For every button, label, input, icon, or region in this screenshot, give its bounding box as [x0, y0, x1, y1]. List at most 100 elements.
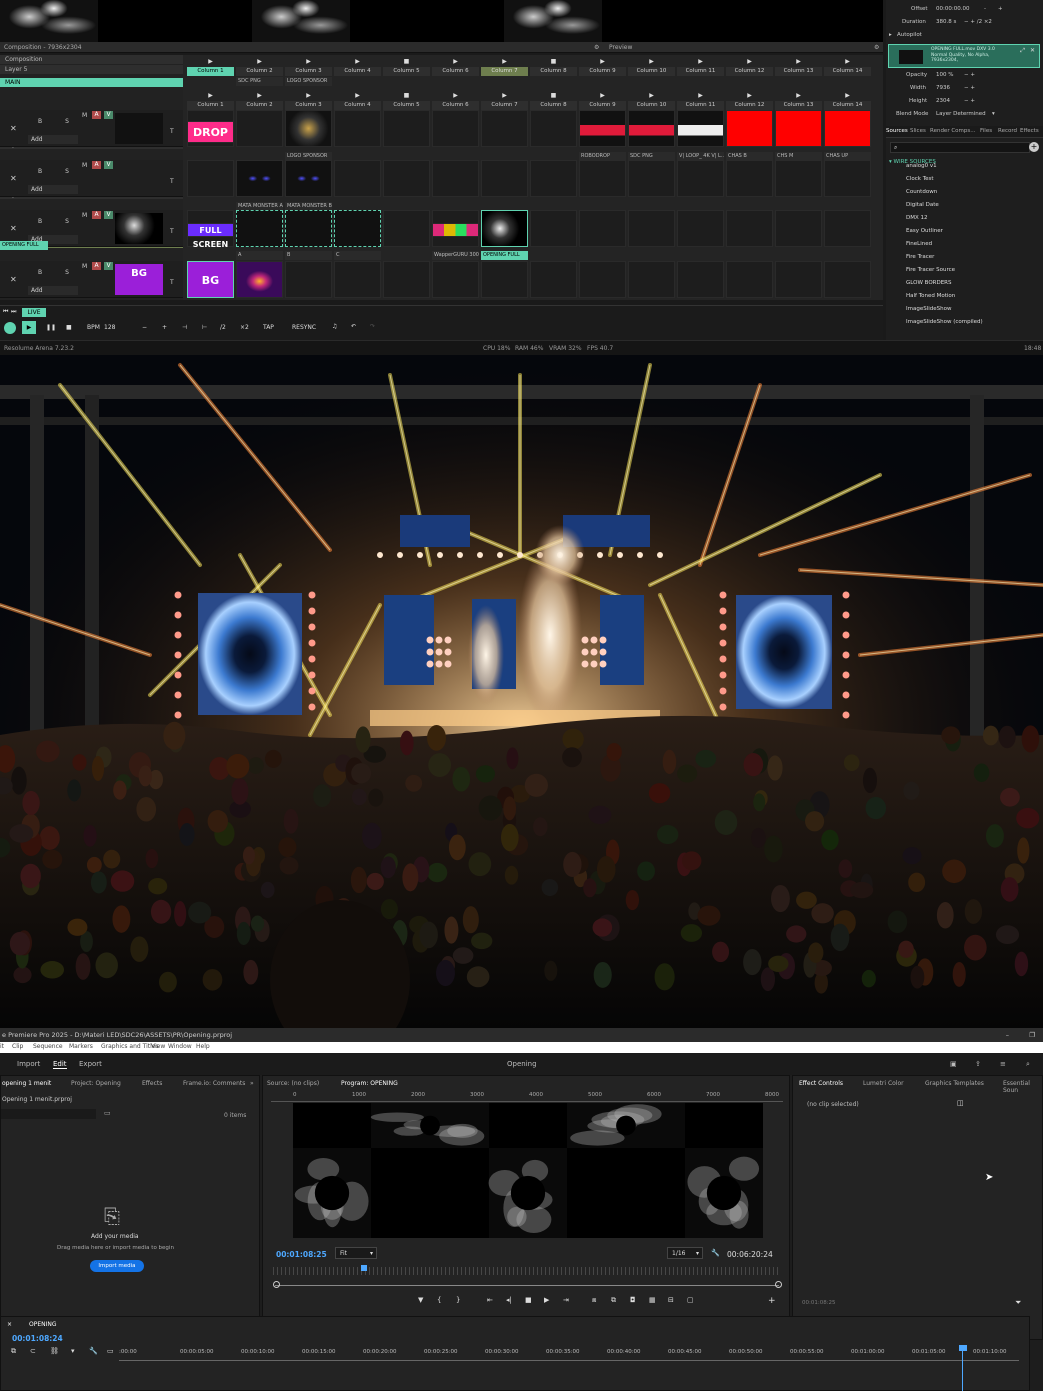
- column-header[interactable]: Column 8: [530, 101, 577, 110]
- nudge-back-icon[interactable]: ⊣: [182, 324, 187, 331]
- opacity-controls[interactable]: − +: [964, 72, 975, 78]
- frame-clip[interactable]: [285, 210, 332, 247]
- column-header[interactable]: Column 6: [432, 101, 479, 110]
- transition-button[interactable]: T: [170, 178, 174, 185]
- in-point-icon[interactable]: {: [437, 1296, 441, 1304]
- source-item[interactable]: Countdown: [886, 186, 1043, 199]
- overwrite-icon[interactable]: ⧉: [611, 1296, 616, 1305]
- bg-clip[interactable]: BG: [187, 261, 234, 298]
- source-item[interactable]: Digital Date: [886, 199, 1043, 212]
- width-value[interactable]: 7936: [936, 85, 950, 91]
- menu-item[interactable]: Graphics and Titles: [101, 1043, 159, 1050]
- stop-icon[interactable]: ■: [66, 324, 72, 331]
- clip-slot[interactable]: [383, 160, 430, 197]
- bpm-double-button[interactable]: ×2: [240, 324, 249, 331]
- column-header[interactable]: Column 7: [481, 101, 528, 110]
- clip-slot[interactable]: [481, 160, 528, 197]
- close-icon[interactable]: ✕: [1030, 47, 1035, 54]
- clip-slot[interactable]: [628, 261, 675, 298]
- resolution-select[interactable]: 1/16 ▾: [667, 1247, 703, 1259]
- import-media-button[interactable]: Import media: [90, 1260, 144, 1272]
- folder-icon[interactable]: ▭: [104, 1109, 111, 1117]
- clip-slot[interactable]: [481, 110, 528, 147]
- lift-icon[interactable]: ⊟: [668, 1296, 674, 1304]
- column-header[interactable]: Column 9: [579, 101, 626, 110]
- tab-graphics-templates[interactable]: Graphics Templates: [925, 1080, 984, 1087]
- clip-slot[interactable]: [677, 210, 724, 247]
- clip-slot[interactable]: [236, 110, 283, 147]
- tab-lumetri-color[interactable]: Lumetri Color: [863, 1080, 904, 1087]
- wrench-icon[interactable]: 🔧: [89, 1347, 98, 1355]
- frame-clip[interactable]: [236, 210, 283, 247]
- audio-button[interactable]: A: [92, 211, 101, 219]
- marker-icon[interactable]: ▾: [71, 1347, 75, 1355]
- insert-icon[interactable]: ⧈: [592, 1296, 596, 1305]
- zoom-scrollbar[interactable]: [275, 1285, 779, 1286]
- source-item[interactable]: Clock Test: [886, 173, 1043, 186]
- clip-slot[interactable]: [677, 160, 724, 197]
- logo-sponsor-clip[interactable]: [285, 110, 332, 147]
- tab-sequence-bin[interactable]: opening 1 menit: [2, 1080, 51, 1087]
- live-badge[interactable]: LIVE: [22, 308, 46, 317]
- tab-program[interactable]: Program: OPENING: [341, 1080, 398, 1087]
- video-button[interactable]: V: [104, 211, 113, 219]
- wapperguru-clip[interactable]: [432, 223, 479, 237]
- clip-slot[interactable]: [334, 160, 381, 197]
- source-item[interactable]: ImageSlideShow (compiled): [886, 316, 1043, 329]
- clip-slot[interactable]: [530, 110, 577, 147]
- scroll-handle-left[interactable]: [273, 1281, 280, 1288]
- source-tab[interactable]: Files: [980, 128, 992, 134]
- minimize-icon[interactable]: –: [1006, 1028, 1009, 1042]
- robodrop-clip[interactable]: [628, 110, 675, 147]
- bypass-button[interactable]: B: [35, 218, 45, 228]
- chevron-right-icon[interactable]: ▸: [889, 32, 892, 38]
- play-icon[interactable]: ▶: [432, 91, 479, 100]
- clip-slot[interactable]: [383, 210, 430, 247]
- expand-icon[interactable]: ⤢: [1020, 47, 1025, 55]
- play-icon[interactable]: ▶: [579, 91, 626, 100]
- clip-slot[interactable]: [628, 210, 675, 247]
- play-icon[interactable]: ▶: [481, 57, 528, 66]
- column-header[interactable]: Column 7: [481, 67, 528, 76]
- column-header[interactable]: Column 9: [579, 67, 626, 76]
- column-header[interactable]: Column 1: [187, 101, 234, 110]
- transition-button[interactable]: T: [170, 228, 174, 235]
- clip-slot[interactable]: [334, 110, 381, 147]
- tab-edit[interactable]: Edit: [53, 1060, 67, 1069]
- column-header[interactable]: Column 11: [677, 67, 724, 76]
- source-tab[interactable]: Sources: [886, 128, 908, 134]
- solo-button[interactable]: S: [62, 269, 72, 279]
- solo-button[interactable]: S: [62, 218, 72, 228]
- close-icon[interactable]: ✕: [10, 124, 17, 133]
- clip-slot[interactable]: [481, 261, 528, 298]
- source-item[interactable]: Fire Tracer Source: [886, 264, 1043, 277]
- bpm-minus-button[interactable]: −: [142, 324, 147, 331]
- video-button[interactable]: V: [104, 111, 113, 119]
- duration-controls[interactable]: − + /2 ×2: [964, 19, 992, 25]
- tab-import[interactable]: Import: [17, 1060, 40, 1068]
- panel-toggle-icon[interactable]: ◫: [957, 1099, 964, 1107]
- column-header[interactable]: Column 11: [677, 101, 724, 110]
- play-icon[interactable]: ▶: [432, 57, 479, 66]
- column-header[interactable]: Column 13: [775, 67, 822, 76]
- play-icon[interactable]: ▶: [628, 91, 675, 100]
- play-icon[interactable]: ▶: [775, 57, 822, 66]
- nest-icon[interactable]: ⧉: [11, 1347, 16, 1356]
- column-header[interactable]: Column 5: [383, 67, 430, 76]
- skip-forward-icon[interactable]: ⏭: [11, 308, 16, 316]
- tab-effects[interactable]: Effects: [142, 1080, 162, 1087]
- height-value[interactable]: 2304: [936, 98, 950, 104]
- timeline-timecode[interactable]: 00:01:08:24: [12, 1334, 63, 1343]
- more-tabs-icon[interactable]: »: [250, 1080, 254, 1087]
- undo-icon[interactable]: ↶: [351, 323, 356, 330]
- mata-monster-clip[interactable]: [236, 160, 283, 197]
- play-icon[interactable]: ▶: [628, 57, 675, 66]
- bpm-half-button[interactable]: /2: [220, 324, 226, 331]
- skip-back-icon[interactable]: ⏮: [3, 308, 8, 316]
- resync-button[interactable]: RESYNC: [292, 324, 316, 331]
- go-to-out-icon[interactable]: ⇥: [563, 1296, 569, 1304]
- fit-select[interactable]: Fit ▾: [335, 1247, 377, 1259]
- close-sequence-icon[interactable]: ×: [7, 1321, 12, 1328]
- drop-clip[interactable]: DROP: [187, 121, 234, 143]
- filter-icon[interactable]: ⏷: [1015, 1298, 1021, 1308]
